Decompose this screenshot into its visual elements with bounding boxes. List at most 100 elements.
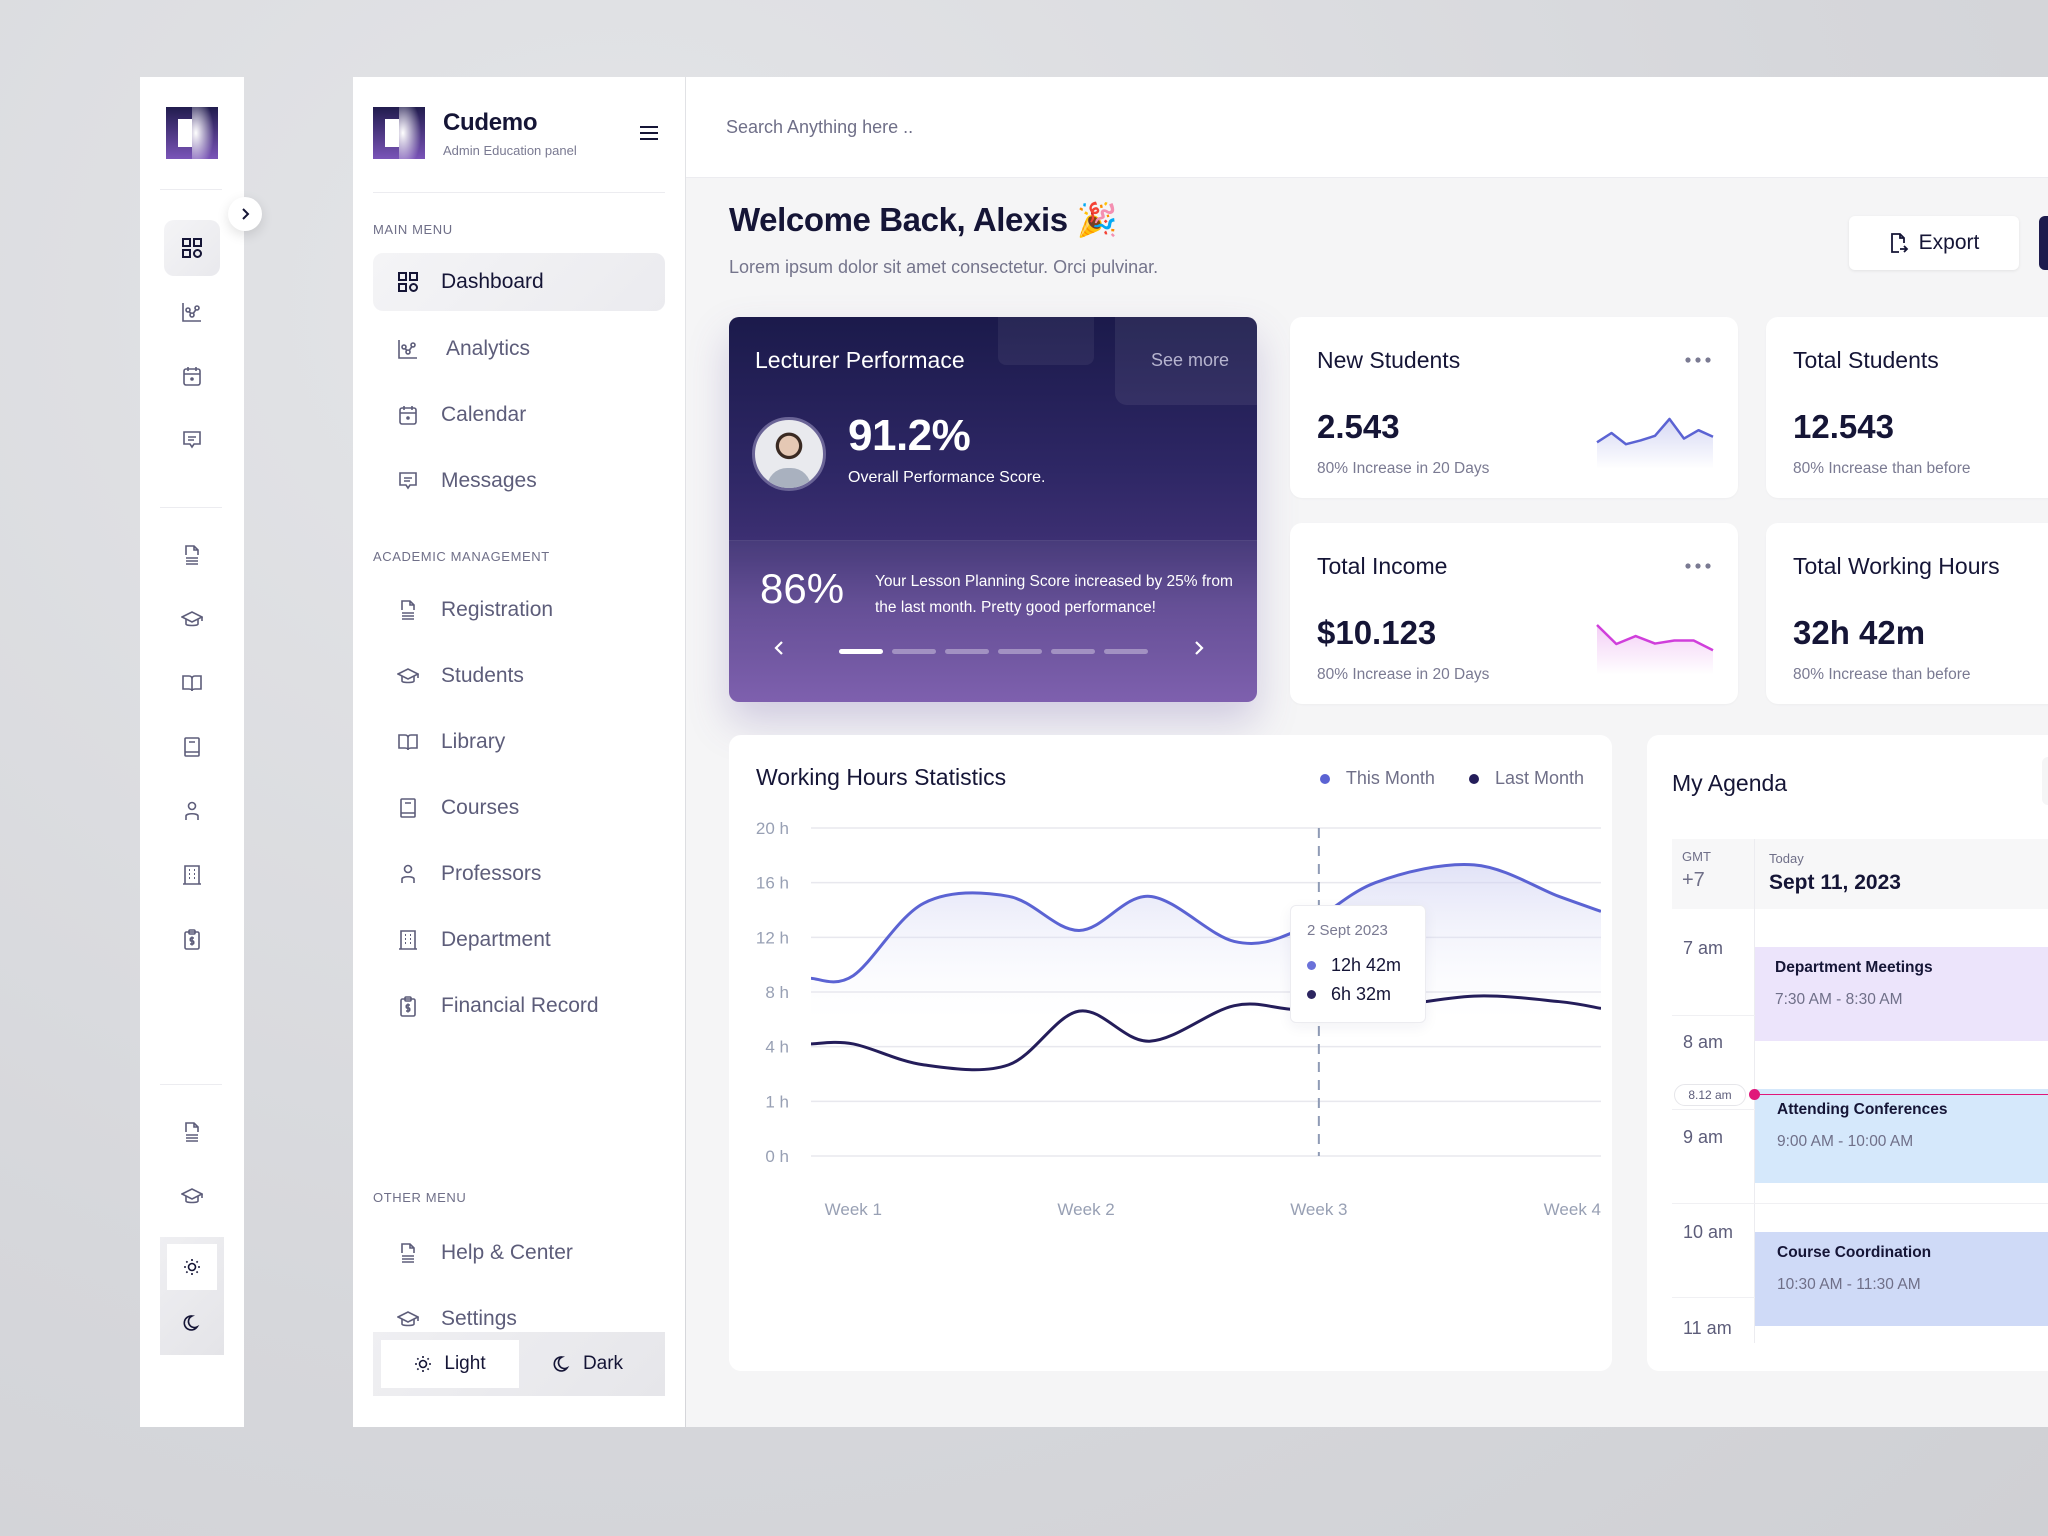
previous-slide-button[interactable]	[771, 639, 787, 657]
sidebar-item-students[interactable]: Students	[373, 647, 665, 705]
slide-dot[interactable]	[839, 649, 883, 654]
logo-icon[interactable]	[166, 107, 218, 159]
primary-action-button[interactable]	[2039, 216, 2048, 270]
top-bar	[686, 77, 2048, 178]
theme-toggle: Light Dark	[373, 1332, 665, 1396]
sparkline-area	[1597, 419, 1713, 469]
current-time-dot	[1749, 1089, 1760, 1100]
rail-courses[interactable]	[164, 719, 220, 775]
logo-icon[interactable]	[373, 107, 425, 159]
brand: Cudemo Admin Education panel	[373, 107, 577, 159]
stat-value: 2.543	[1317, 408, 1400, 445]
rail-professors[interactable]	[164, 783, 220, 839]
chart-tooltip: 2 Sept 2023 12h 42m 6h 32m	[1290, 905, 1426, 1023]
rail-students[interactable]	[164, 591, 220, 647]
department-icon	[399, 930, 417, 950]
light-mode-button[interactable]: Light	[381, 1340, 519, 1388]
brand-name: Cudemo	[443, 108, 538, 136]
sidebar-item-label: Library	[441, 730, 506, 753]
sidebar-item-professors[interactable]: Professors	[373, 845, 665, 903]
export-label: Export	[1918, 231, 1980, 254]
more-horizontal-icon	[1685, 357, 1711, 363]
y-tick-label: 1 h	[765, 1092, 789, 1111]
rail-registration[interactable]	[164, 527, 220, 583]
sidebar-item-courses[interactable]: Courses	[373, 779, 665, 837]
current-time-badge: 8.12 am	[1674, 1084, 1746, 1106]
sidebar-item-calendar[interactable]: Calendar	[373, 386, 665, 444]
courses-icon	[184, 737, 200, 757]
timezone-label: GMT	[1682, 849, 1711, 864]
timezone-value: +7	[1682, 869, 1705, 891]
more-horizontal-icon	[1685, 563, 1711, 569]
performance-score: 91.2%	[848, 411, 971, 460]
menu-toggle-button[interactable]	[639, 125, 659, 141]
sidebar-item-library[interactable]: Library	[373, 713, 665, 771]
sidebar-item-help-center[interactable]: Help & Center	[373, 1224, 665, 1282]
legend-dot	[1307, 961, 1316, 970]
performance-title: Lecturer Performace	[755, 347, 965, 373]
sidebar-item-label: Messages	[441, 469, 537, 492]
more-options-button[interactable]	[1685, 563, 1711, 569]
tooltip-row-this-month: 12h 42m	[1307, 955, 1425, 976]
sidebar-item-department[interactable]: Department	[373, 911, 665, 969]
courses-icon	[400, 798, 416, 818]
stat-subtext: 80% Increase in 20 Days	[1317, 460, 1490, 477]
sidebar-item-analytics[interactable]: Analytics	[373, 320, 665, 378]
avatar	[752, 417, 826, 491]
rail-financial-record[interactable]	[164, 911, 220, 967]
dashboard-icon	[182, 238, 202, 258]
sidebar-item-registration[interactable]: Registration	[373, 581, 665, 639]
expand-sidebar-button[interactable]	[228, 197, 262, 231]
event-title: Attending Conferences	[1777, 1101, 1948, 1118]
stat-card-new-students: New Students 2.543 80% Increase in 20 Da…	[1290, 317, 1738, 498]
legend-dot	[1307, 990, 1316, 999]
sidebar-item-messages[interactable]: Messages	[373, 452, 665, 510]
divider	[160, 189, 222, 190]
agenda-options-button[interactable]	[2042, 757, 2048, 805]
rail-department[interactable]	[164, 847, 220, 903]
export-file-icon	[1890, 233, 1908, 253]
event-title: Department Meetings	[1775, 959, 1933, 976]
slide-dot[interactable]	[945, 649, 989, 654]
search-input[interactable]	[726, 107, 1226, 147]
slide-dot[interactable]	[1104, 649, 1148, 654]
tooltip-date: 2 Sept 2023	[1307, 922, 1388, 939]
agenda-event[interactable]: Attending Conferences 9:00 AM - 10:00 AM	[1755, 1089, 2048, 1183]
sparkline-chart	[1596, 624, 1714, 675]
rail-analytics[interactable]	[164, 284, 220, 340]
slide-dot[interactable]	[1051, 649, 1095, 654]
page-subtitle: Lorem ipsum dolor sit amet consectetur. …	[729, 257, 1159, 277]
sidebar-item-dashboard[interactable]: Dashboard	[373, 253, 665, 311]
rail-library[interactable]	[164, 655, 220, 711]
sparkline-area	[1597, 625, 1713, 675]
export-button[interactable]: Export	[1849, 216, 2019, 270]
hour-label: 11 am	[1683, 1318, 1732, 1338]
stat-subtext: 80% Increase in 20 Days	[1317, 666, 1490, 683]
rail-dashboard[interactable]	[164, 220, 220, 276]
see-more-link[interactable]: See more	[1151, 350, 1229, 371]
light-mode-label: Light	[444, 1353, 486, 1374]
x-tick-label: Week 1	[825, 1200, 882, 1219]
rail-dark-mode-button[interactable]	[167, 1300, 217, 1346]
calendar-icon	[183, 367, 201, 386]
next-slide-button[interactable]	[1191, 639, 1207, 657]
rail-settings[interactable]	[164, 1168, 220, 1224]
rail-messages[interactable]	[164, 412, 220, 468]
agenda-event[interactable]: Course Coordination 10:30 AM - 11:30 AM	[1755, 1232, 2048, 1326]
dark-mode-button[interactable]: Dark	[519, 1340, 657, 1388]
rail-calendar[interactable]	[164, 348, 220, 404]
agenda-event[interactable]: Department Meetings 7:30 AM - 8:30 AM	[1755, 947, 2048, 1041]
event-time: 9:00 AM - 10:00 AM	[1777, 1133, 1914, 1150]
slide-dot[interactable]	[998, 649, 1042, 654]
analytics-icon	[182, 303, 201, 322]
stat-title: Total Students	[1793, 347, 1939, 373]
slide-dot[interactable]	[892, 649, 936, 654]
rail-light-mode-button[interactable]	[167, 1244, 217, 1290]
rail-help[interactable]	[164, 1104, 220, 1160]
sidebar-item-financial-record[interactable]: Financial Record	[373, 977, 665, 1035]
calendar-icon	[399, 406, 417, 425]
sidebar: Cudemo Admin Education panel MAIN MENU D…	[353, 77, 685, 1427]
working-hours-chart-card: Working Hours Statistics This Month Last…	[729, 735, 1612, 1371]
lesson-planning-score: 86%	[760, 565, 845, 612]
more-options-button[interactable]	[1685, 357, 1711, 363]
